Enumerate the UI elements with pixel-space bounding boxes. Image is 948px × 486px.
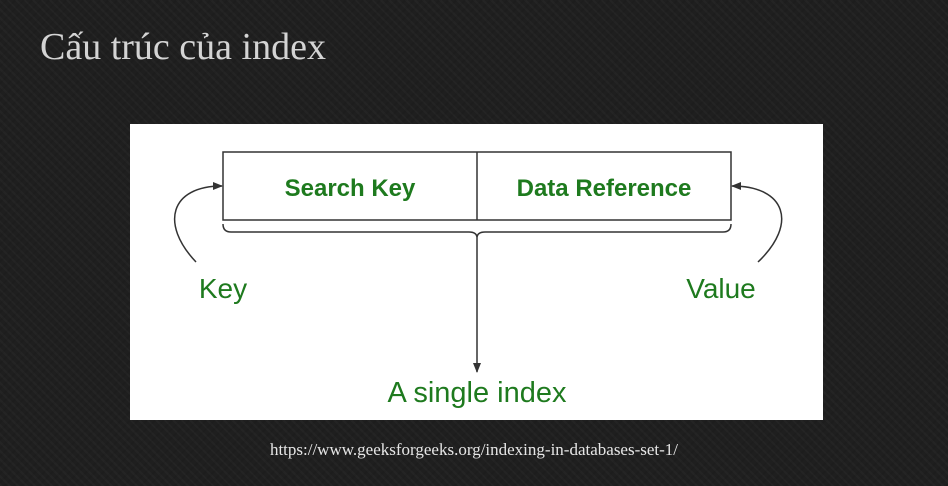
key-label: Key [199,273,247,304]
key-arrow [173,182,223,263]
value-label: Value [686,273,756,304]
record-brace [222,223,732,239]
value-arrow [731,182,783,263]
data-reference-cell-label: Data Reference [517,175,692,202]
single-index-label: A single index [388,377,567,409]
index-structure-diagram: Search Key Data Reference Key Value A si… [130,124,823,420]
diagram-canvas: Search Key Data Reference Key Value A si… [173,151,783,409]
source-url: https://www.geeksforgeeks.org/indexing-i… [269,440,679,459]
search-key-cell-label: Search Key [285,175,416,202]
slide-title: Cấu trúc của index [40,26,326,68]
